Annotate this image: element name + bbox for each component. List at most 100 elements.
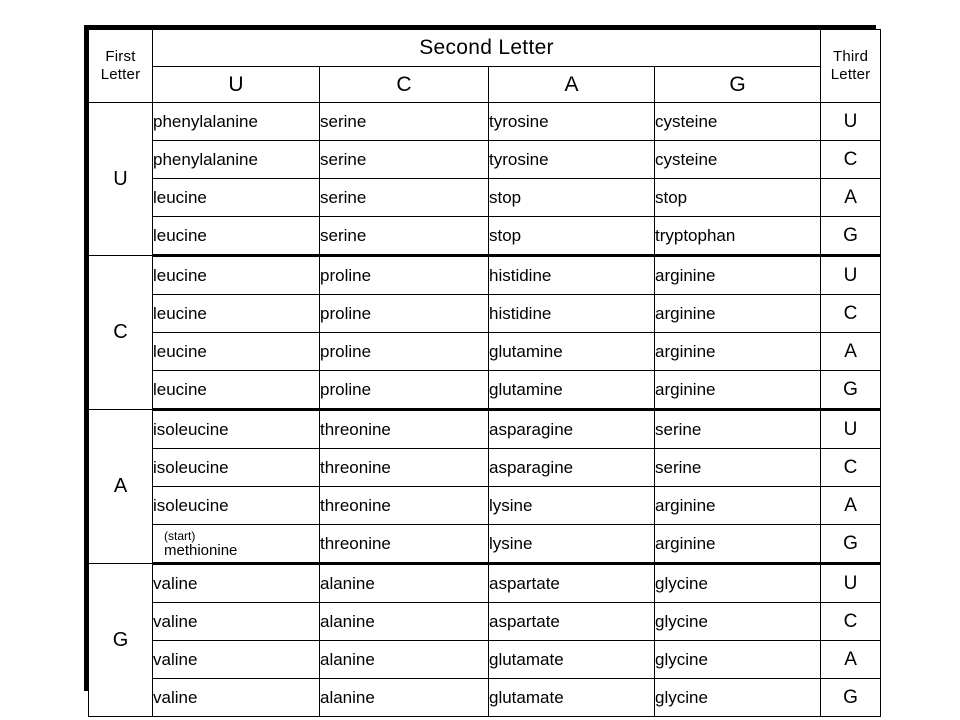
amino-acid-cell: leucine <box>152 255 320 295</box>
third-letter-cell: C <box>820 448 882 487</box>
header-first-letter: First Letter <box>88 29 153 103</box>
amino-acid-cell: isoleucine <box>152 486 320 525</box>
amino-acid-cell: valine <box>152 602 320 641</box>
first-letter-cell-a: A <box>88 409 153 564</box>
amino-acid-cell: tryptophan <box>653 216 822 257</box>
header-second-letter: Second Letter <box>151 29 822 67</box>
amino-acid-cell: tyrosine <box>488 140 655 179</box>
table-row: leucine proline glutamine arginine G <box>89 370 882 411</box>
amino-acid-cell: aspartate <box>488 602 655 641</box>
third-letter-cell: G <box>820 370 882 411</box>
amino-acid-cell: cysteine <box>653 102 822 141</box>
amino-acid-cell: serine <box>653 409 822 449</box>
amino-acid-cell: leucine <box>152 216 320 257</box>
third-letter-cell: A <box>820 178 882 217</box>
amino-acid-cell: arginine <box>653 524 822 565</box>
amino-acid-cell: leucine <box>152 332 320 371</box>
amino-acid-cell: lysine <box>488 486 655 525</box>
amino-acid-cell: stop <box>488 216 655 257</box>
amino-acid-cell: arginine <box>653 255 822 295</box>
first-letter-cell-u: U <box>88 102 153 256</box>
amino-acid-cell-start-codon: (start) methionine <box>152 524 320 565</box>
start-codon-name: methionine <box>164 541 238 559</box>
third-letter-cell: A <box>820 332 882 371</box>
amino-acid-cell: proline <box>319 370 489 411</box>
amino-acid-cell: valine <box>152 563 320 603</box>
amino-acid-cell: glycine <box>653 563 822 603</box>
genetic-code-table-container: First Letter Second Letter Third Letter … <box>84 25 882 717</box>
table-header: First Letter Second Letter Third Letter … <box>88 29 882 103</box>
table-row: isoleucine threonine lysine arginine A <box>89 486 882 525</box>
start-codon-tag: (start) <box>164 528 196 543</box>
header-base-c: C <box>319 66 489 103</box>
third-letter-cell: G <box>820 216 882 257</box>
third-letter-cell: C <box>820 294 882 333</box>
amino-acid-cell: threonine <box>319 486 489 525</box>
genetic-code-table: First Letter Second Letter Third Letter … <box>88 29 882 717</box>
amino-acid-cell: glutamate <box>488 678 655 717</box>
amino-acid-cell: glycine <box>653 640 822 679</box>
table-row: Aisoleucine threonine asparagine serine U <box>88 409 882 564</box>
amino-acid-cell: threonine <box>319 524 489 565</box>
table-row: leucine serine stop tryptophan G <box>89 216 882 257</box>
amino-acid-cell: proline <box>319 255 489 295</box>
header-base-g: G <box>653 66 822 103</box>
header-third-letter: Third Letter <box>820 29 882 103</box>
first-letter-cell-c: C <box>88 255 153 410</box>
third-letter-cell: C <box>820 140 882 179</box>
amino-acid-cell: arginine <box>653 486 822 525</box>
amino-acid-cell: proline <box>319 332 489 371</box>
amino-acid-cell: serine <box>653 448 822 487</box>
amino-acid-cell: tyrosine <box>488 102 655 141</box>
amino-acid-cell: stop <box>488 178 655 217</box>
header-first-letter-line2: Letter <box>100 66 141 83</box>
header-row-titles: First Letter Second Letter Third Letter <box>88 29 882 103</box>
amino-acid-cell: leucine <box>152 178 320 217</box>
table-row: valine alanine glutamate glycine A <box>89 640 882 679</box>
amino-acid-cell: alanine <box>319 678 489 717</box>
amino-acid-cell: proline <box>319 294 489 333</box>
header-third-letter-line2: Letter <box>830 66 871 83</box>
amino-acid-cell: histidine <box>488 255 655 295</box>
amino-acid-cell: glutamine <box>488 332 655 371</box>
table-row: leucine serine stop stop A <box>89 178 882 217</box>
third-letter-cell: G <box>820 678 882 717</box>
amino-acid-cell: asparagine <box>488 448 655 487</box>
third-letter-cell: U <box>820 102 882 141</box>
amino-acid-cell: valine <box>152 678 320 717</box>
header-base-u: U <box>152 66 320 103</box>
third-letter-cell: U <box>820 409 882 449</box>
amino-acid-cell: histidine <box>488 294 655 333</box>
first-letter-cell-g: G <box>88 563 153 717</box>
table-row: leucine proline histidine arginine C <box>89 294 882 333</box>
header-base-a: A <box>488 66 655 103</box>
amino-acid-cell: alanine <box>319 602 489 641</box>
third-letter-cell: U <box>820 255 882 295</box>
amino-acid-cell: asparagine <box>488 409 655 449</box>
table-row: phenylalanine serine tyrosine cysteine C <box>89 140 882 179</box>
amino-acid-cell: phenylalanine <box>152 102 320 141</box>
third-letter-cell: C <box>820 602 882 641</box>
amino-acid-cell: serine <box>319 102 489 141</box>
amino-acid-cell: arginine <box>653 294 822 333</box>
amino-acid-cell: arginine <box>653 370 822 411</box>
table-row: Gvaline alanine aspartate glycine U <box>88 563 882 717</box>
table-body: Uphenylalanine serine tyrosine cysteine Uphe… <box>88 102 882 717</box>
amino-acid-cell: aspartate <box>488 563 655 603</box>
table-row: valine alanine aspartate glycine C <box>89 602 882 641</box>
amino-acid-cell: threonine <box>319 448 489 487</box>
header-row-bases: U C A G <box>89 66 881 103</box>
third-letter-cell: A <box>820 640 882 679</box>
third-letter-cell: G <box>820 524 882 565</box>
table-row: valine alanine glutamate glycine G <box>89 678 882 717</box>
table-row: (start) methionine threonine lysine arginine… <box>89 524 882 565</box>
table-row: leucine proline glutamine arginine A <box>89 332 882 371</box>
third-letter-cell: U <box>820 563 882 603</box>
amino-acid-cell: alanine <box>319 640 489 679</box>
amino-acid-cell: serine <box>319 178 489 217</box>
table-row: Cleucine proline histidine arginine U <box>88 255 882 410</box>
table-row: isoleucine threonine asparagine serine C <box>89 448 882 487</box>
amino-acid-cell: valine <box>152 640 320 679</box>
amino-acid-cell: serine <box>319 216 489 257</box>
amino-acid-cell: phenylalanine <box>152 140 320 179</box>
